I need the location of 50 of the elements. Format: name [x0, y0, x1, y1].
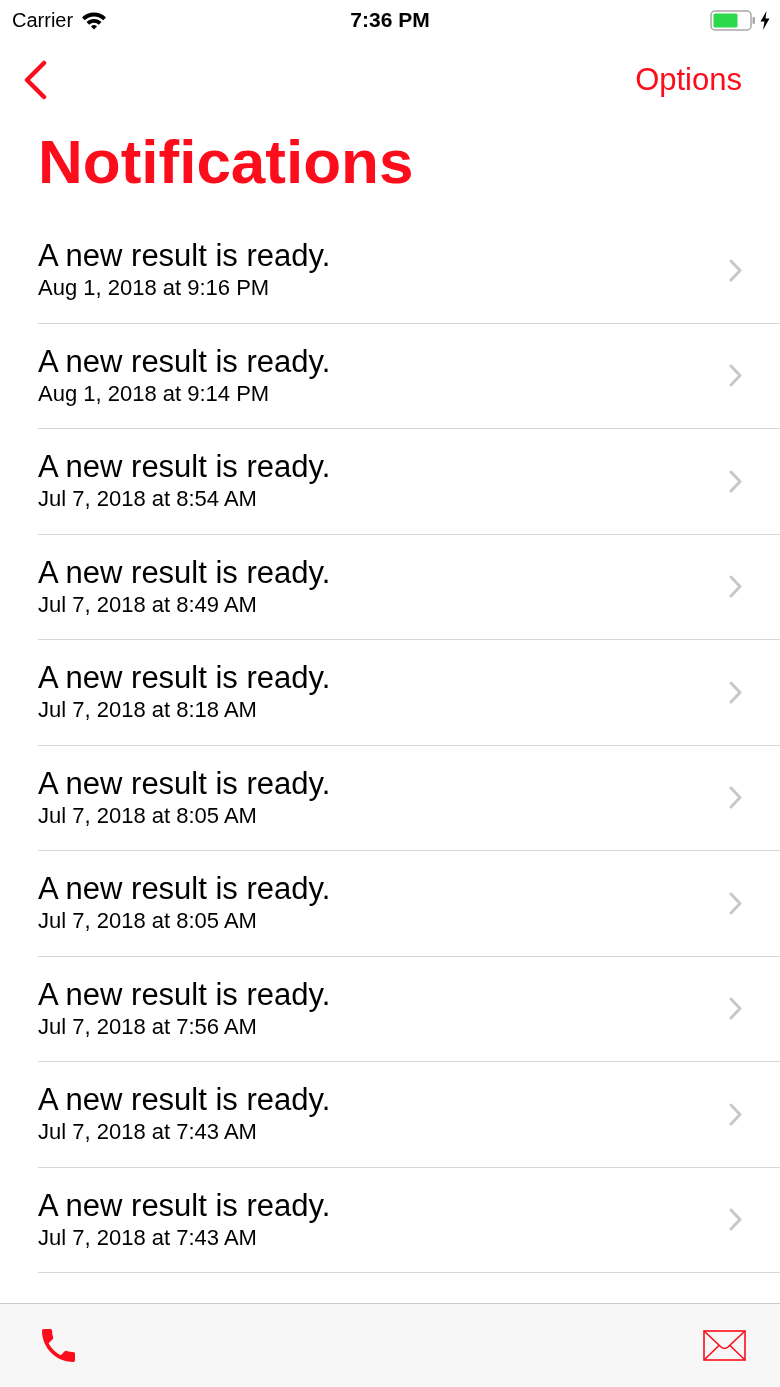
notification-row[interactable]: A new result is ready. Jul 7, 2018 at 7:56 AM [38, 956, 780, 1062]
notification-row[interactable]: A new result is ready. Aug 1, 2018 at 9:14 PM [38, 323, 780, 429]
chevron-right-icon [729, 997, 742, 1021]
page-title: Notifications [38, 126, 415, 198]
notification-message: A new result is ready. [38, 554, 332, 591]
notification-date: Jul 7, 2018 at 8:18 AM [38, 696, 258, 725]
chevron-right-icon [729, 891, 742, 915]
mail-icon[interactable] [703, 1330, 746, 1361]
notification-date: Jul 7, 2018 at 8:05 AM [38, 907, 258, 936]
notification-row[interactable]: A new result is ready. Jul 7, 2018 at 8:05 AM [38, 745, 780, 851]
chevron-right-icon [729, 364, 742, 388]
notification-message: A new result is ready. [38, 871, 332, 908]
notification-message: A new result is ready. [38, 343, 332, 380]
wifi-icon [81, 10, 108, 30]
status-time: 7:36 PM [350, 8, 430, 32]
notification-date: Aug 1, 2018 at 9:16 PM [38, 274, 271, 303]
carrier-name: Carrier [12, 8, 74, 32]
notification-message: A new result is ready. [38, 660, 332, 697]
chevron-right-icon [729, 258, 742, 282]
notification-message: A new result is ready. [38, 449, 332, 486]
notification-message: A new result is ready. [38, 765, 332, 802]
chevron-right-icon [729, 1102, 742, 1126]
battery-icon [710, 9, 756, 31]
notification-message: A new result is ready. [38, 1187, 332, 1224]
options-button[interactable]: Options [635, 61, 742, 99]
notification-date: Jul 7, 2018 at 7:43 AM [38, 1118, 258, 1147]
notification-date: Jul 7, 2018 at 8:49 AM [38, 590, 258, 619]
chevron-right-icon [729, 469, 742, 493]
notification-date: Jul 7, 2018 at 7:56 AM [38, 1012, 258, 1041]
chevron-right-icon [729, 680, 742, 704]
notification-date: Jul 7, 2018 at 8:54 AM [38, 485, 258, 514]
notification-date: Jul 7, 2018 at 8:05 AM [38, 801, 258, 830]
chevron-left-icon [22, 60, 48, 100]
notification-date: Jul 7, 2018 at 7:43 AM [38, 1223, 258, 1252]
chevron-right-icon [729, 1208, 742, 1232]
notification-row[interactable]: A new result is ready. Jul 7, 2018 at 7:43 AM [38, 1062, 780, 1168]
notification-message: A new result is ready. [38, 1082, 332, 1119]
notification-row[interactable]: A new result is ready. Jul 7, 2018 at 8:49 AM [38, 534, 780, 640]
phone-icon[interactable] [42, 1329, 75, 1362]
notification-date: Aug 1, 2018 at 9:14 PM [38, 379, 271, 408]
notification-row[interactable]: A new result is ready. Jul 7, 2018 at 8:54 AM [38, 429, 780, 535]
notification-message: A new result is ready. [38, 238, 332, 275]
notification-row[interactable]: A new result is ready. Jul 7, 2018 at 8:05 AM [38, 851, 780, 957]
chevron-right-icon [729, 786, 742, 810]
notification-row[interactable]: A new result is ready. Jul 7, 2018 at 7:43 AM [38, 1167, 780, 1273]
chevron-right-icon [729, 575, 742, 599]
notification-message: A new result is ready. [38, 976, 332, 1013]
notification-row[interactable]: A new result is ready. Aug 1, 2018 at 9:16 PM [38, 218, 780, 324]
back-button[interactable] [22, 60, 48, 100]
notification-row[interactable]: A new result is ready. Jul 7, 2018 at 8:18 AM [38, 640, 780, 746]
